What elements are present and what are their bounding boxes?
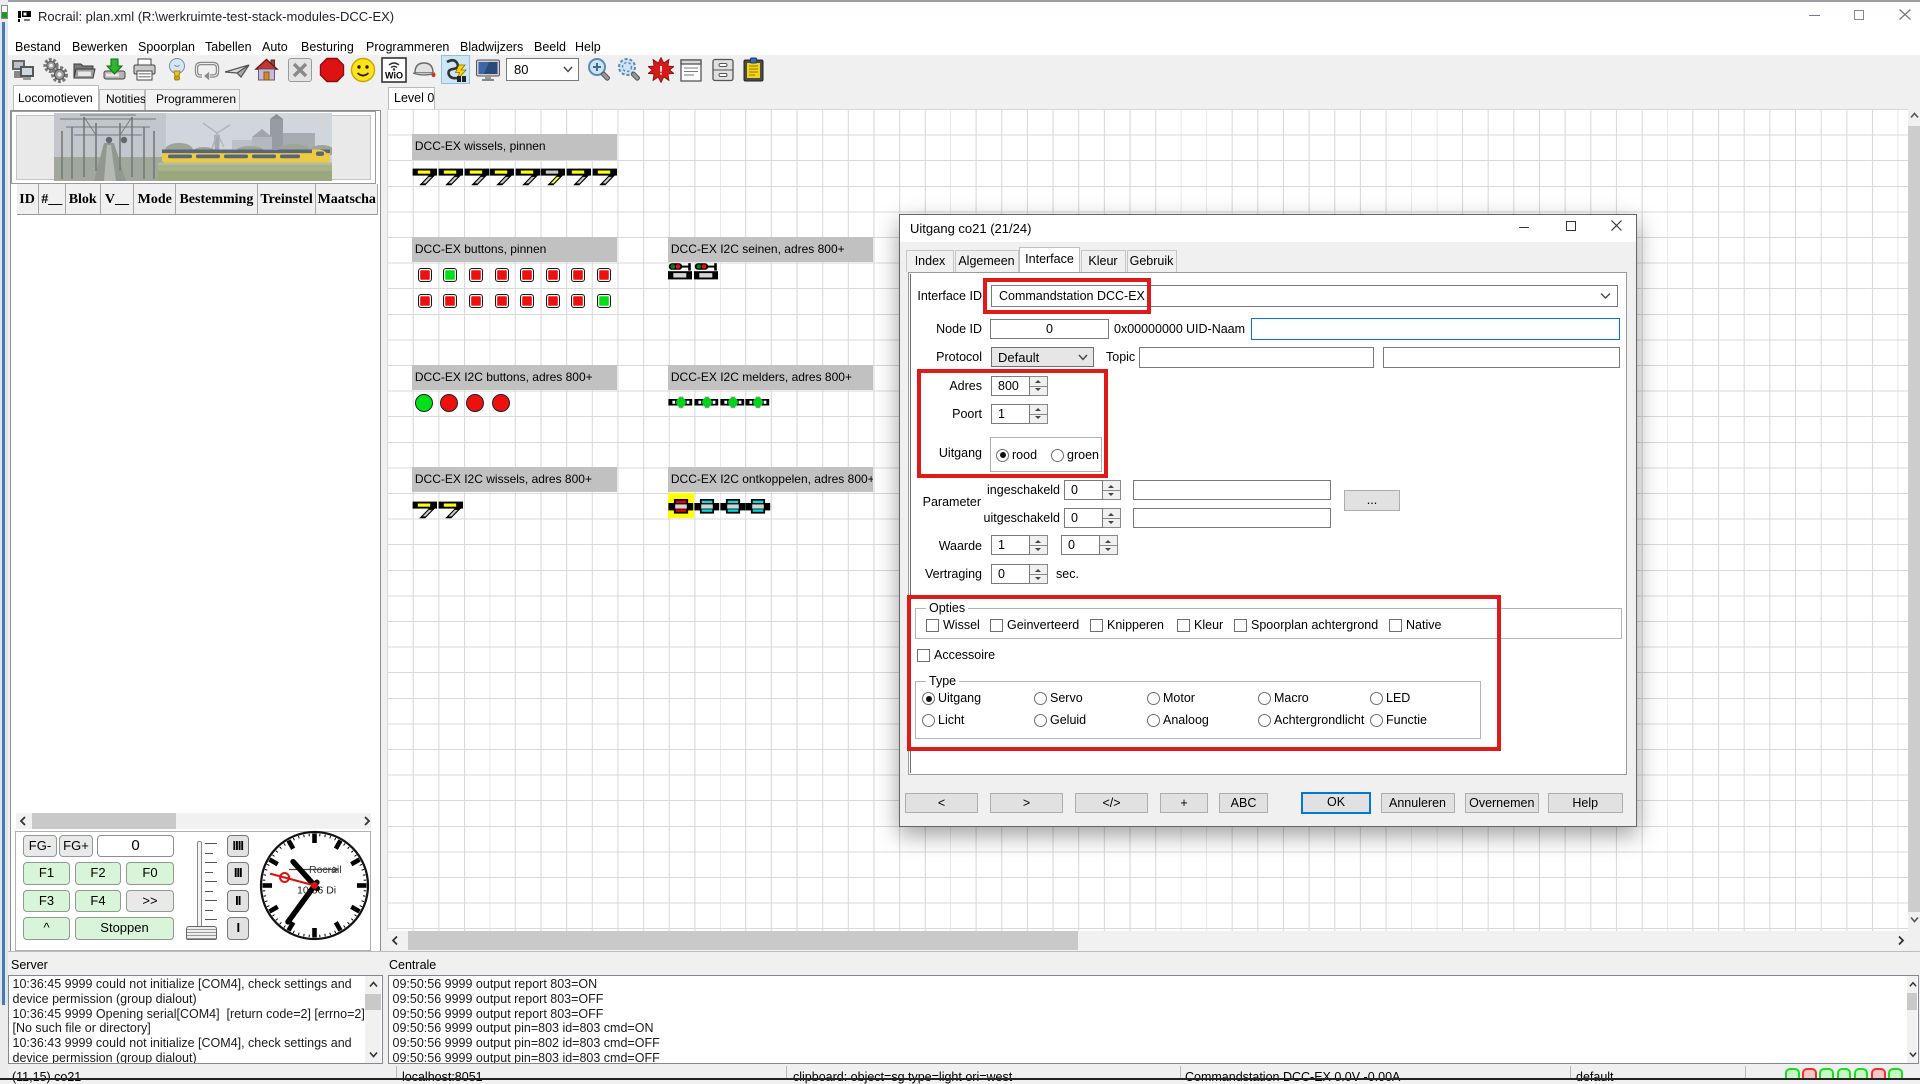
svg-text:WiO: WiO — [385, 71, 403, 81]
svg-text:!: ! — [659, 64, 663, 78]
